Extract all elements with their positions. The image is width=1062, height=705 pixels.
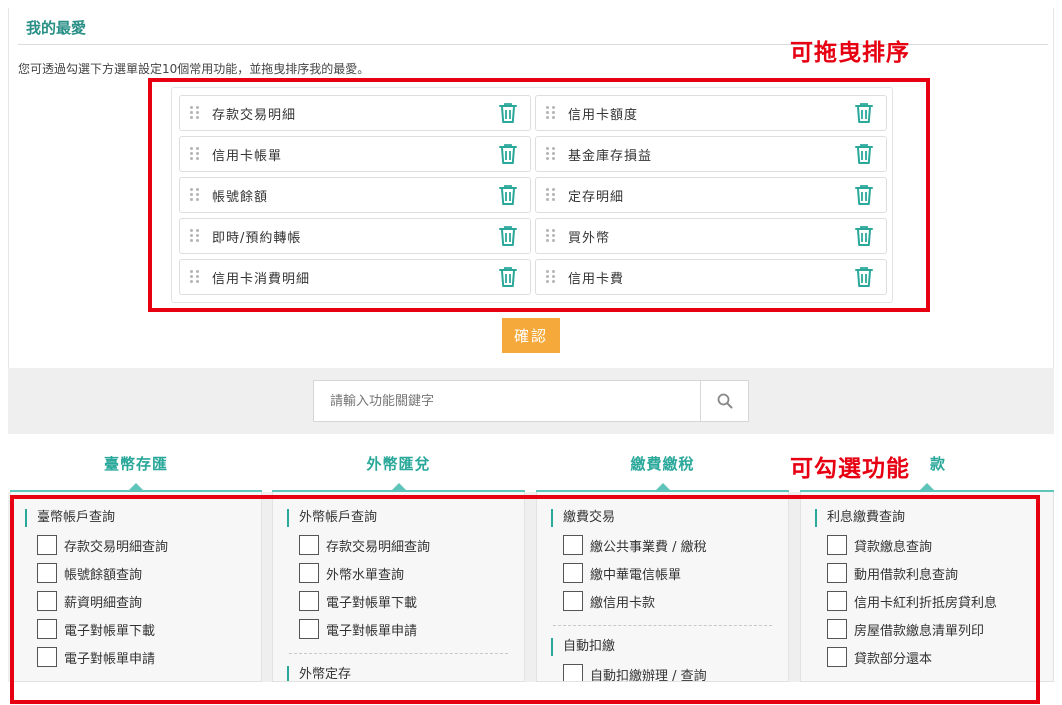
confirm-button[interactable]: 確認 (502, 318, 560, 353)
annotation-box-checkable (10, 495, 1040, 704)
tab-foreign-exchange[interactable]: 外幣匯兌 (272, 434, 525, 492)
annotation-check-function: 可勾選功能 (790, 456, 910, 482)
search-button[interactable] (700, 381, 748, 421)
tab-label: 款 (930, 454, 947, 473)
caret-up-icon (129, 483, 143, 490)
caret-up-icon (391, 483, 406, 490)
annotation-drag-sort: 可拖曳排序 (790, 40, 910, 66)
tab-label: 外幣匯兌 (366, 454, 431, 473)
tab-label: 繳費繳稅 (630, 454, 695, 473)
tab-bill-tax[interactable]: 繳費繳稅 (536, 434, 789, 492)
annotation-box-sortable (148, 78, 930, 312)
caret-up-icon (920, 483, 934, 490)
caret-up-icon (655, 483, 670, 490)
tab-twd-deposit[interactable]: 臺幣存匯 (10, 434, 262, 492)
favorites-description: 您可透過勾選下方選單設定10個常用功能，並拖曳排序我的最愛。 (18, 62, 370, 76)
search-icon (717, 393, 732, 409)
favorites-title: 我的最愛 (26, 19, 87, 37)
search-bar (313, 380, 749, 422)
search-input[interactable] (314, 381, 700, 421)
tab-label: 臺幣存匯 (103, 454, 168, 473)
